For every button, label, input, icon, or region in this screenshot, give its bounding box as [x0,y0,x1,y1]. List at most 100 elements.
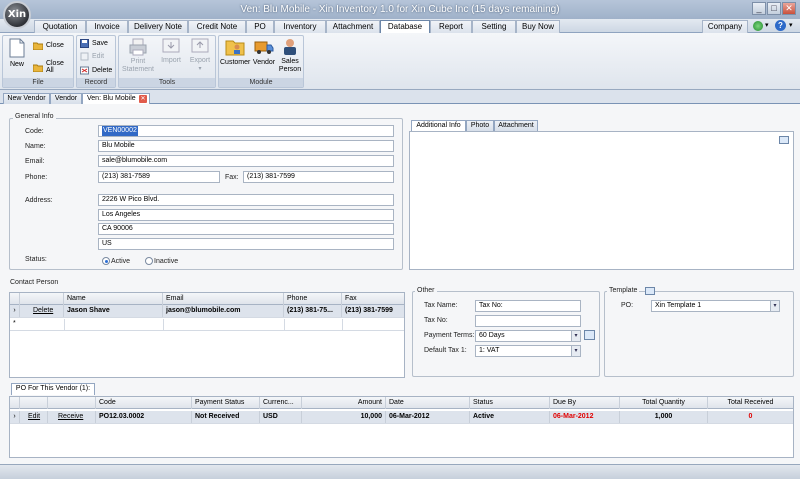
col-currency[interactable]: Currenc... [260,397,302,409]
tab-inventory[interactable]: Inventory [274,20,326,33]
tax-no-field[interactable] [475,315,581,327]
tab-attachment[interactable]: Attachment [326,20,380,33]
help-icon[interactable]: ? [775,20,786,31]
minimize-icon[interactable]: _ [752,2,766,15]
export-label: Export [189,57,211,64]
doc-tab-label: Ven: Blu Mobile [87,95,136,102]
address-line-2[interactable]: Los Angeles [98,209,394,221]
fax-field[interactable]: (213) 381-7599 [243,171,394,183]
print-statement-button[interactable]: Print Statement [121,38,155,74]
col-due-by[interactable]: Due By [550,397,620,409]
table-row[interactable]: › Edit Receive PO12.03.0002 Not Received… [10,411,793,424]
tax-name-field[interactable]: Tax No: [475,300,581,312]
address-line-3[interactable]: CA 90006 [98,223,394,235]
tab-buy-now[interactable]: Buy Now [516,20,560,33]
status-inactive-radio[interactable] [145,257,153,265]
col-amount[interactable]: Amount [302,397,386,409]
edit-po-link[interactable]: Edit [20,411,48,423]
edit-template-icon[interactable] [645,287,655,295]
col-fax[interactable]: Fax [342,293,404,305]
vendor-button[interactable]: Vendor [251,38,277,67]
tab-invoice[interactable]: Invoice [86,20,128,33]
app-logo[interactable]: Xin [3,1,31,29]
col-status[interactable]: Status [470,397,550,409]
close-button[interactable]: Close [33,41,64,50]
col-payment-status[interactable]: Payment Status [192,397,260,409]
new-button[interactable]: New [6,38,28,69]
chevron-down-icon[interactable]: ▾ [765,21,769,29]
status-active-label: Active [111,258,131,265]
table-row[interactable]: › Delete Jason Shave jason@blumobile.com… [10,305,404,318]
doc-tab-ven-blu-mobile[interactable]: Ven: Blu Mobile ✕ [82,93,150,104]
col-total-received[interactable]: Total Received [708,397,793,409]
ribbon-group-file: New Close Close All File [2,35,74,88]
col-name[interactable]: Name [64,293,163,305]
maximize-icon[interactable]: □ [767,2,781,15]
ribbon-group-label: File [3,78,73,87]
chevron-down-icon[interactable]: ▾ [789,21,793,29]
address-line-4[interactable]: US [98,238,394,250]
close-all-button[interactable]: Close All [33,60,73,74]
delete-button[interactable]: Delete [80,66,112,75]
col-code[interactable]: Code [96,397,192,409]
tab-database[interactable]: Database [380,20,430,34]
edit-note-icon[interactable] [779,136,789,144]
tab-attachment-panel[interactable]: Attachment [494,120,538,131]
tab-photo[interactable]: Photo [466,120,494,131]
company-menu[interactable]: Company [702,20,748,33]
phone-field[interactable]: (213) 381-7589 [98,171,220,183]
chevron-down-icon[interactable]: ▾ [571,331,580,341]
save-button[interactable]: Save [80,39,108,48]
export-button[interactable]: Export ▾ [187,38,213,73]
chevron-down-icon[interactable]: ▾ [770,301,779,311]
globe-icon[interactable] [753,21,763,31]
delete-contact-link[interactable]: Delete [20,305,64,317]
address-line-1[interactable]: 2226 W Pico Blvd. [98,194,394,206]
code-field[interactable]: VEN00002 [98,125,394,137]
ribbon-group-tools: Print Statement Import Export ▾ Tools [118,35,216,88]
tab-delivery-note[interactable]: Delivery Note [128,20,188,33]
doc-tab-vendor[interactable]: Vendor [50,93,82,104]
close-tab-icon[interactable]: ✕ [139,95,147,103]
col-email[interactable]: Email [163,293,284,305]
tab-po[interactable]: PO [246,20,274,33]
new-row-icon: * [13,320,16,327]
receive-po-link[interactable]: Receive [48,411,96,423]
name-field[interactable]: Blu Mobile [98,140,394,152]
template-legend: Template [607,287,640,294]
receive-header [48,397,96,409]
status-active-radio[interactable] [102,257,110,265]
edit-payment-terms-icon[interactable] [584,330,595,340]
new-row[interactable]: * [10,319,404,331]
default-tax-select[interactable]: 1: VAT ▾ [475,345,581,357]
tax-no-label: Tax No: [424,317,448,324]
doc-tab-new-vendor[interactable]: New Vendor [3,93,50,104]
tab-quotation[interactable]: Quotation [34,20,86,33]
new-document-icon [9,38,25,58]
tax-name-label: Tax Name: [424,302,458,309]
tab-report[interactable]: Report [430,20,472,33]
close-icon[interactable]: ✕ [782,2,796,15]
new-label: New [9,61,24,68]
window-title: Ven: Blu Mobile - Xin Inventory 1.0 for … [240,4,560,15]
tab-setting[interactable]: Setting [472,20,516,33]
col-date[interactable]: Date [386,397,470,409]
default-tax-label: Default Tax 1: [424,347,467,354]
col-total-quantity[interactable]: Total Quantity [620,397,708,409]
customer-button[interactable]: Customer [220,38,250,67]
ribbon-group-record: Save Edit Delete Record [76,35,116,88]
customer-label: Customer [220,59,251,66]
payment-terms-select[interactable]: 60 Days ▾ [475,330,581,342]
ribbon-group-label: Module [219,78,303,87]
edit-button[interactable]: Edit [80,52,104,61]
close-label: Close [46,42,64,49]
tab-additional-info[interactable]: Additional Info [411,120,466,131]
tab-credit-note[interactable]: Credit Note [188,20,246,33]
email-field[interactable]: sale@blumobile.com [98,155,394,167]
import-button[interactable]: Import [159,38,183,65]
sales-person-button[interactable]: Sales Person [277,38,303,74]
po-template-select[interactable]: Xin Template 1 ▾ [651,300,780,312]
col-phone[interactable]: Phone [284,293,342,305]
chevron-down-icon[interactable]: ▾ [571,346,580,356]
po-for-vendor-tab[interactable]: PO For This Vendor (1): [11,383,95,395]
